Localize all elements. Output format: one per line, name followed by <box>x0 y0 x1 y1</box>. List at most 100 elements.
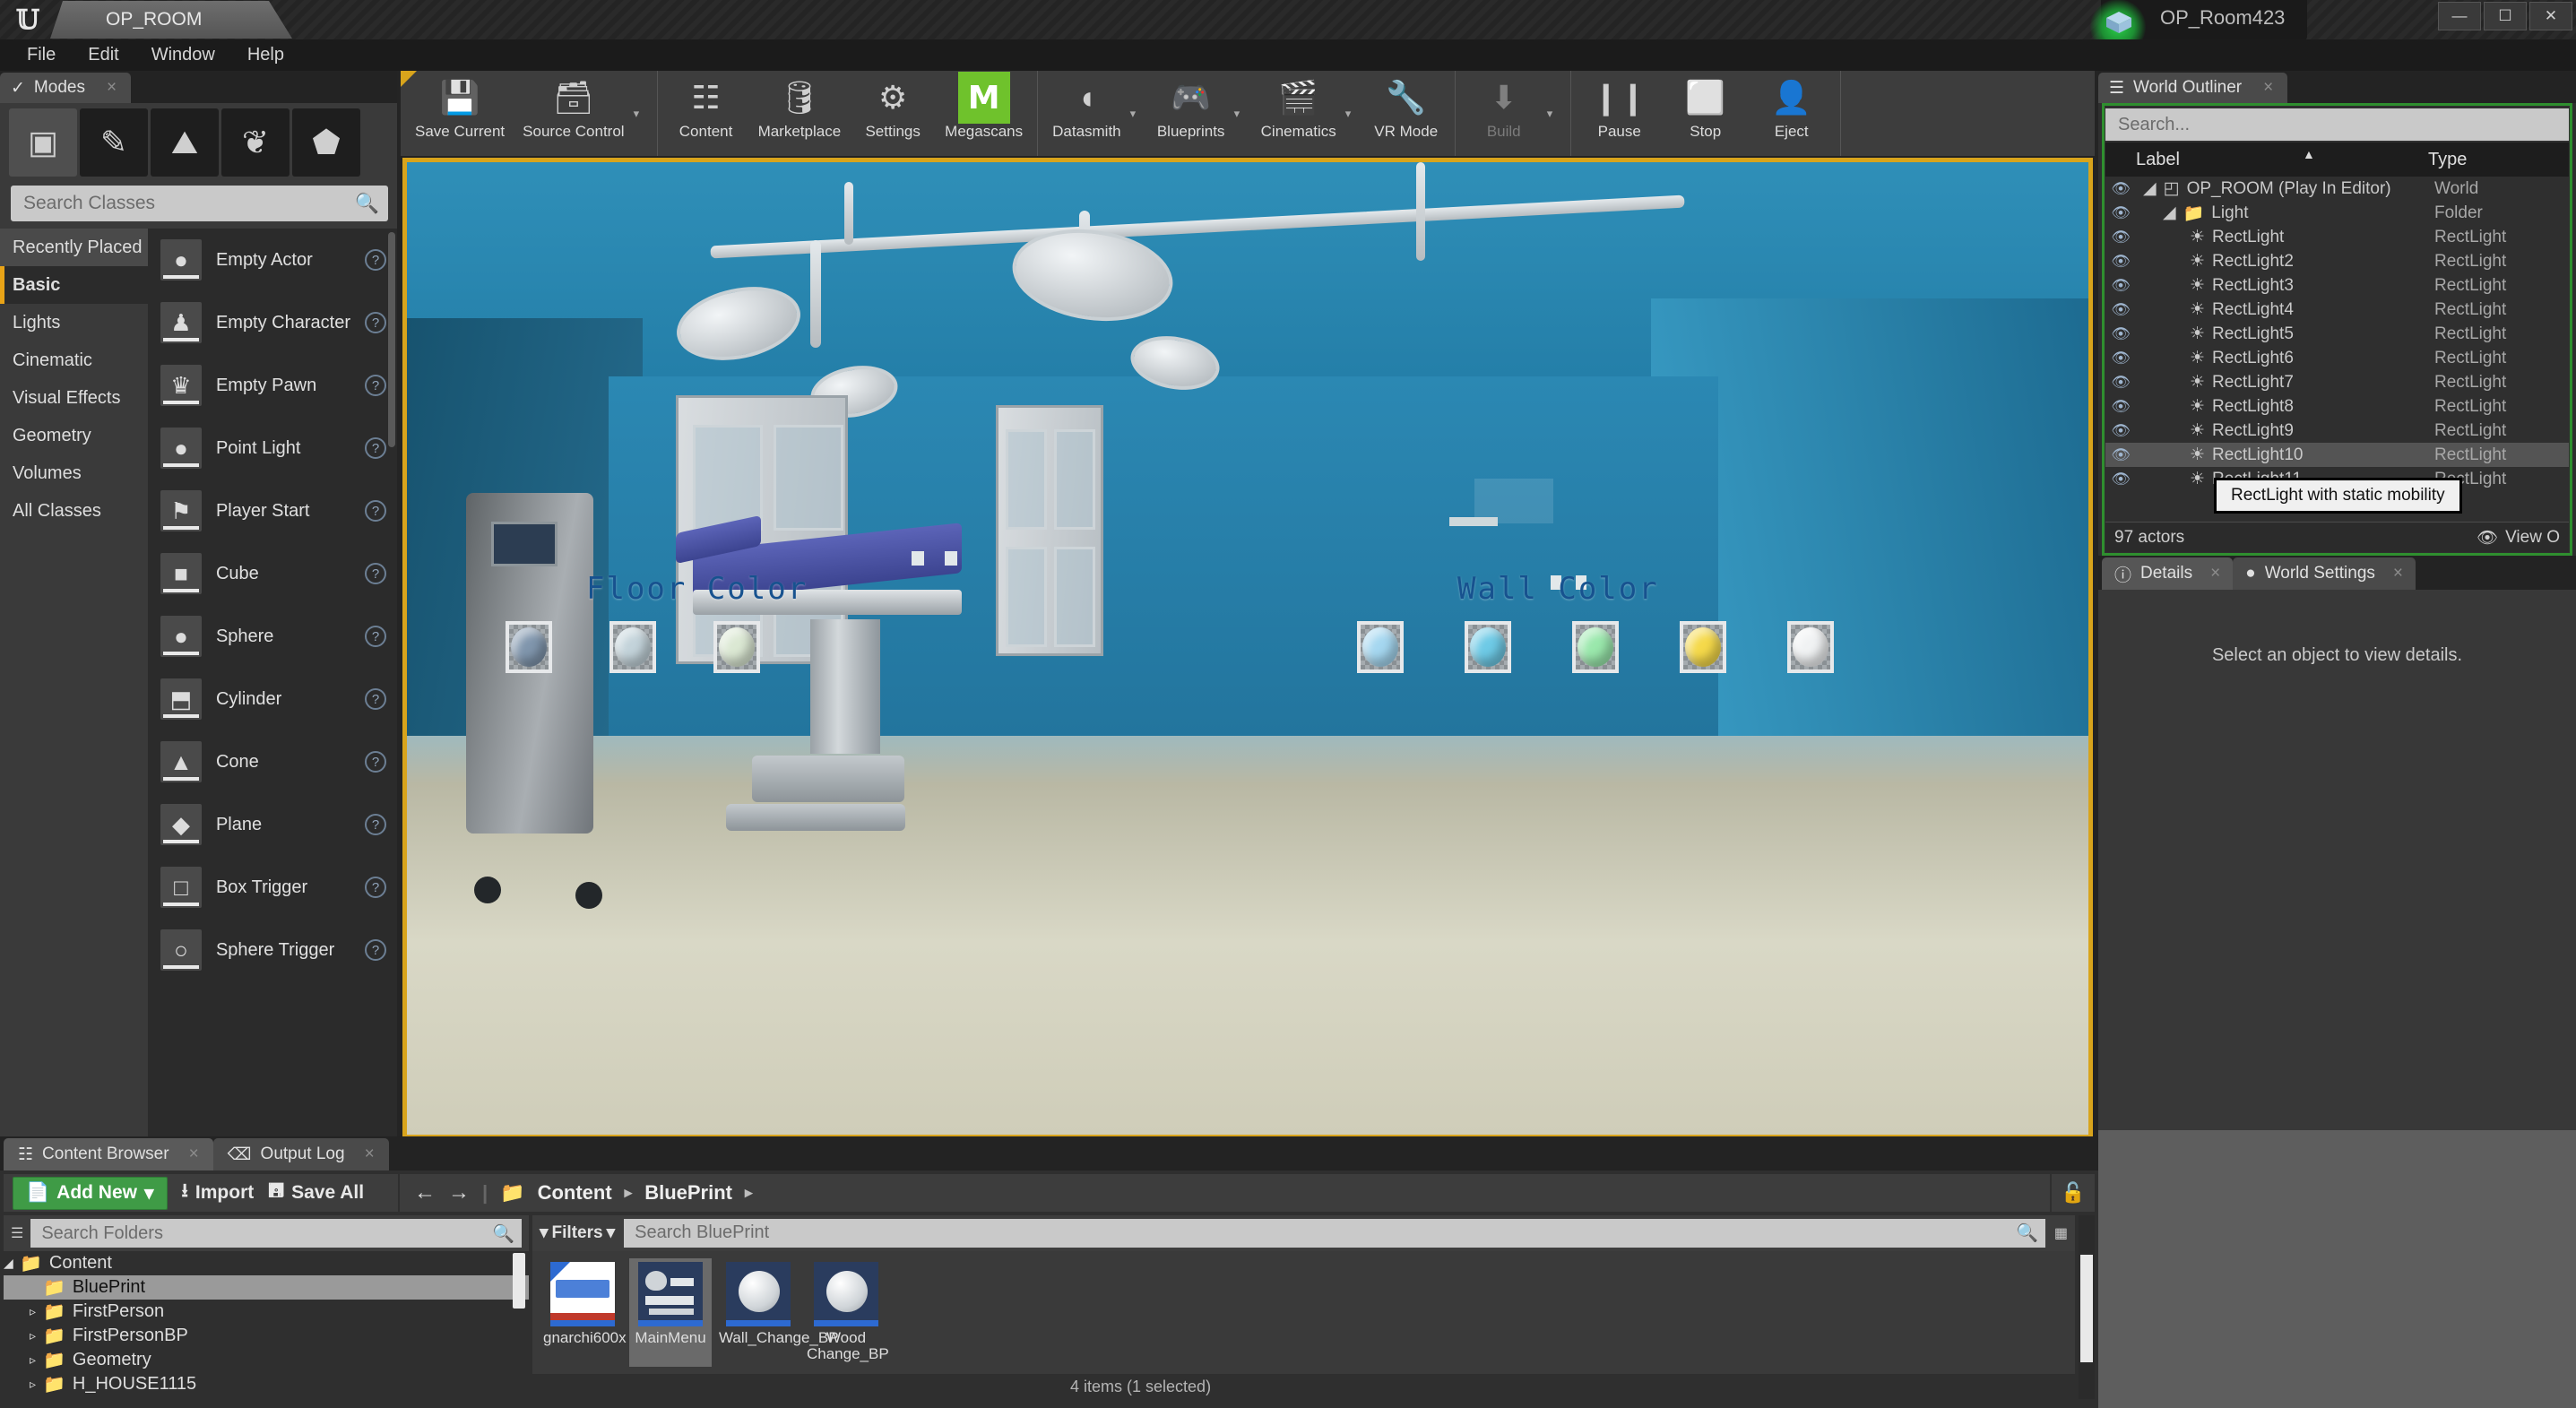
wall-swatch-white[interactable] <box>1787 621 1834 673</box>
outliner-column-label[interactable]: Label ▲ <box>2105 147 2428 170</box>
asset-search-input[interactable]: Search BluePrint 🔍 <box>624 1218 2045 1248</box>
placement-item-player-start[interactable]: ⚑ Player Start? <box>148 479 397 542</box>
modes-tab-close-icon[interactable]: × <box>107 78 117 98</box>
asset-tile[interactable]: gnarchi600x <box>541 1258 627 1367</box>
folder-tree-item-firstpersonbp[interactable]: ▹ 📁 FirstPersonBP <box>4 1324 529 1348</box>
folder-tree-item-firstperson[interactable]: ▹ 📁 FirstPerson <box>4 1300 529 1324</box>
minimize-button[interactable]: — <box>2438 2 2481 30</box>
view-options-icon[interactable]: ▦ <box>2054 1224 2068 1242</box>
visibility-eye-icon[interactable]: 👁 <box>2105 325 2136 343</box>
placement-item-sphere[interactable]: ● Sphere? <box>148 605 397 668</box>
floor-swatch-mint-white[interactable] <box>713 621 760 673</box>
tree-expander-icon[interactable]: ◢ <box>4 1256 13 1271</box>
placement-category-visual-effects[interactable]: Visual Effects <box>0 379 148 417</box>
placement-category-cinematic[interactable]: Cinematic <box>0 341 148 379</box>
tree-expander-icon[interactable]: ▹ <box>4 1352 36 1368</box>
import-button[interactable]: ⭳ Import <box>182 1178 255 1209</box>
toolbar-content-button[interactable]: ☷ Content <box>663 71 749 156</box>
nav-forward-button[interactable]: → <box>448 1180 470 1205</box>
floor-swatch-pale-blue[interactable] <box>609 621 656 673</box>
outliner-row[interactable]: 👁 ☀ RectLight7 RectLight <box>2105 370 2569 394</box>
placement-item-box-trigger[interactable]: □ Box Trigger? <box>148 856 397 919</box>
placement-item-cylinder[interactable]: ⬒ Cylinder? <box>148 668 397 730</box>
chevron-down-icon[interactable]: ▾ <box>1130 71 1148 156</box>
help-icon[interactable]: ? <box>365 814 386 835</box>
visibility-eye-icon[interactable]: 👁 <box>2105 277 2136 295</box>
outliner-row-expander-icon[interactable]: ◢ <box>2163 203 2176 223</box>
toolbar-datasmith-button[interactable]: ◖ Datasmith <box>1043 71 1130 156</box>
add-new-button[interactable]: 📄 Add New ▾ <box>13 1176 168 1210</box>
wall-swatch-yellow[interactable] <box>1680 621 1726 673</box>
geometry-edit-mode-icon[interactable]: ⬟ <box>292 108 360 177</box>
view-options-button[interactable]: 👁 View O <box>2477 527 2560 549</box>
tab-output-log[interactable]: ⌫ Output Log × <box>212 1138 389 1170</box>
help-icon[interactable]: ? <box>365 688 386 710</box>
outliner-row[interactable]: 👁 ◢ ◰ OP_ROOM (Play In Editor) World <box>2105 177 2569 201</box>
foliage-mode-icon[interactable]: ❦ <box>221 108 290 177</box>
toolbar-blueprints-button[interactable]: 🎮 Blueprints <box>1148 71 1234 156</box>
help-icon[interactable]: ? <box>365 626 386 647</box>
menu-edit[interactable]: Edit <box>73 41 133 69</box>
chevron-down-icon[interactable]: ▾ <box>1234 71 1252 156</box>
visibility-eye-icon[interactable]: 👁 <box>2105 398 2136 416</box>
help-icon[interactable]: ? <box>365 375 386 396</box>
help-icon[interactable]: ? <box>365 312 386 333</box>
place-mode-icon[interactable]: ▣ <box>9 108 77 177</box>
placement-category-geometry[interactable]: Geometry <box>0 417 148 454</box>
help-icon[interactable]: ? <box>365 500 386 522</box>
outliner-row[interactable]: 👁 ◢ 📁 Light Folder <box>2105 201 2569 225</box>
folder-tree-item-content[interactable]: ◢ 📁 Content <box>4 1251 529 1275</box>
outliner-row[interactable]: 👁 ☀ RectLight3 RectLight <box>2105 273 2569 298</box>
help-icon[interactable]: ? <box>365 249 386 271</box>
visibility-eye-icon[interactable]: 👁 <box>2105 350 2136 367</box>
placement-item-cube[interactable]: ■ Cube? <box>148 542 397 605</box>
lock-icon[interactable]: 🔓 <box>2052 1174 2095 1212</box>
tab-content-browser[interactable]: ☷ Content Browser × <box>4 1138 213 1170</box>
tree-expander-icon[interactable]: ▹ <box>4 1328 36 1343</box>
visibility-eye-icon[interactable]: 👁 <box>2105 229 2136 246</box>
placement-category-recently-placed[interactable]: Recently Placed <box>0 229 148 266</box>
visibility-eye-icon[interactable]: 👁 <box>2105 301 2136 319</box>
toolbar-cinematics-button[interactable]: 🎬 Cinematics <box>1252 71 1345 156</box>
wall-swatch-green[interactable] <box>1572 621 1619 673</box>
tab-world-settings[interactable]: ● World Settings × <box>2233 557 2416 590</box>
visibility-eye-icon[interactable]: 👁 <box>2105 180 2136 198</box>
tab-close-icon[interactable]: × <box>189 1145 199 1164</box>
placement-item-empty-pawn[interactable]: ♛ Empty Pawn? <box>148 354 397 417</box>
outliner-row[interactable]: 👁 ☀ RectLight5 RectLight <box>2105 322 2569 346</box>
folder-tree-item-blueprint[interactable]: 📁 BluePrint <box>4 1275 529 1300</box>
maximize-button[interactable]: ☐ <box>2484 2 2527 30</box>
chevron-down-icon[interactable]: ▾ <box>634 71 652 156</box>
wall-swatch-light-blue[interactable] <box>1357 621 1404 673</box>
placement-item-empty-actor[interactable]: ● Empty Actor? <box>148 229 397 291</box>
placement-scrollbar[interactable] <box>388 232 395 447</box>
toolbar-marketplace-button[interactable]: 🛢 Marketplace <box>749 71 851 156</box>
visibility-eye-icon[interactable]: 👁 <box>2105 471 2136 488</box>
menu-file[interactable]: File <box>13 41 70 69</box>
menu-help[interactable]: Help <box>233 41 298 69</box>
chevron-down-icon[interactable]: ▾ <box>1345 71 1363 156</box>
tab-modes[interactable]: ✓ Modes × <box>0 73 132 103</box>
project-tab[interactable]: OP_ROOM <box>50 1 292 39</box>
outliner-row[interactable]: 👁 ☀ RectLight RectLight <box>2105 225 2569 249</box>
placement-item-sphere-trigger[interactable]: ○ Sphere Trigger? <box>148 919 397 981</box>
folder-tree-item-geometry[interactable]: ▹ 📁 Geometry <box>4 1348 529 1372</box>
outliner-search-input[interactable]: Search... <box>2105 108 2569 141</box>
nav-back-button[interactable]: ← <box>414 1180 436 1205</box>
toolbar-settings-button[interactable]: ⚙ Settings <box>850 71 936 156</box>
level-viewport[interactable]: Floor Color Wall Color <box>402 158 2093 1139</box>
folder-tree-item-h_house1115[interactable]: ▹ 📁 H_HOUSE1115 <box>4 1372 529 1396</box>
tab-details[interactable]: ⓘ Details × <box>2102 557 2234 590</box>
toolbar-megascans-button[interactable]: M Megascans <box>936 71 1032 156</box>
placement-category-basic[interactable]: Basic <box>0 266 148 304</box>
help-icon[interactable]: ? <box>365 939 386 961</box>
asset-scrollbar[interactable] <box>2080 1255 2093 1362</box>
tree-toggle-icon[interactable]: ☰ <box>11 1224 23 1242</box>
toolbar-eject-button[interactable]: 👤 Eject <box>1749 71 1835 156</box>
outliner-row[interactable]: 👁 ☀ RectLight9 RectLight <box>2105 419 2569 443</box>
landscape-mode-icon[interactable]: ⛰ <box>151 108 219 177</box>
visibility-eye-icon[interactable]: 👁 <box>2105 204 2136 222</box>
outliner-tab-close-icon[interactable]: × <box>2263 78 2273 98</box>
toolbar-pause-button[interactable]: ❙❙ Pause <box>1577 71 1663 156</box>
outliner-column-type[interactable]: Type <box>2428 150 2467 170</box>
